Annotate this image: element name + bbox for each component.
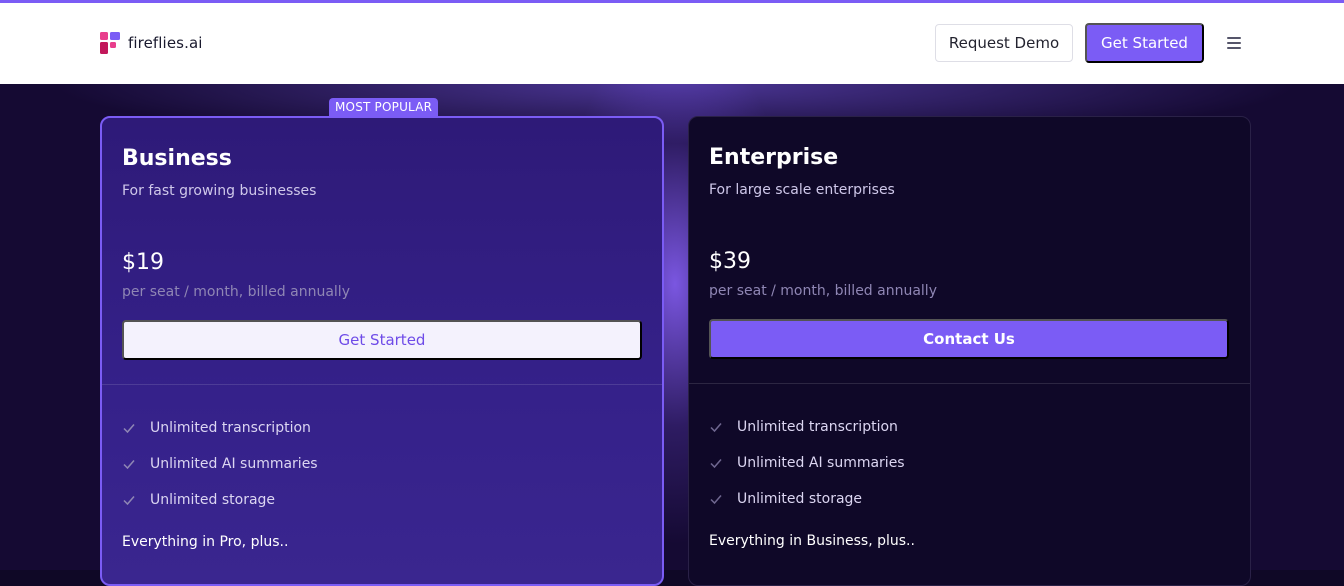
feature-label: Unlimited AI summaries	[150, 456, 318, 472]
feature-list: Unlimited transcription Unlimited AI sum…	[709, 409, 905, 517]
hamburger-menu-icon[interactable]	[1227, 37, 1241, 49]
plan-name: Enterprise	[709, 145, 839, 170]
contact-us-button[interactable]: Contact Us	[709, 319, 1229, 359]
plan-plus-line: Everything in Pro, plus..	[122, 534, 289, 550]
plan-name: Business	[122, 146, 232, 171]
feature-label: Unlimited AI summaries	[737, 455, 905, 471]
request-demo-button[interactable]: Request Demo	[935, 24, 1073, 62]
feature-item: Unlimited transcription	[709, 409, 905, 445]
check-icon	[709, 492, 723, 506]
feature-item: Unlimited AI summaries	[122, 446, 318, 482]
check-icon	[122, 493, 136, 507]
check-icon	[709, 420, 723, 434]
feature-list: Unlimited transcription Unlimited AI sum…	[122, 410, 318, 518]
logo-text: fireflies.ai	[128, 34, 203, 52]
feature-item: Unlimited transcription	[122, 410, 318, 446]
plan-description: For large scale enterprises	[709, 182, 895, 198]
plan-price: $19	[122, 250, 164, 275]
most-popular-badge: MOST POPULAR	[329, 98, 439, 116]
check-icon	[709, 456, 723, 470]
feature-label: Unlimited storage	[150, 492, 276, 508]
plan-card-business: Business For fast growing businesses $19…	[100, 116, 664, 586]
feature-item: Unlimited AI summaries	[709, 445, 905, 481]
check-icon	[122, 457, 136, 471]
plan-price: $39	[709, 249, 751, 274]
plan-billing: per seat / month, billed annually	[709, 283, 937, 299]
logo[interactable]: fireflies.ai	[100, 32, 203, 54]
feature-item: Unlimited storage	[709, 481, 905, 517]
feature-label: Unlimited transcription	[150, 420, 311, 436]
feature-item: Unlimited storage	[122, 482, 318, 518]
business-get-started-button[interactable]: Get Started	[122, 320, 642, 360]
fireflies-logo-icon	[100, 32, 120, 54]
divider	[102, 384, 662, 385]
plan-card-enterprise: Enterprise For large scale enterprises $…	[688, 116, 1251, 586]
get-started-button[interactable]: Get Started	[1085, 23, 1204, 63]
plan-billing: per seat / month, billed annually	[122, 284, 350, 300]
feature-label: Unlimited storage	[737, 491, 863, 507]
plan-description: For fast growing businesses	[122, 183, 317, 199]
check-icon	[122, 421, 136, 435]
divider	[689, 383, 1250, 384]
feature-label: Unlimited transcription	[737, 419, 898, 435]
plan-plus-line: Everything in Business, plus..	[709, 533, 915, 549]
site-header: fireflies.ai Request Demo Get Started	[0, 3, 1344, 84]
